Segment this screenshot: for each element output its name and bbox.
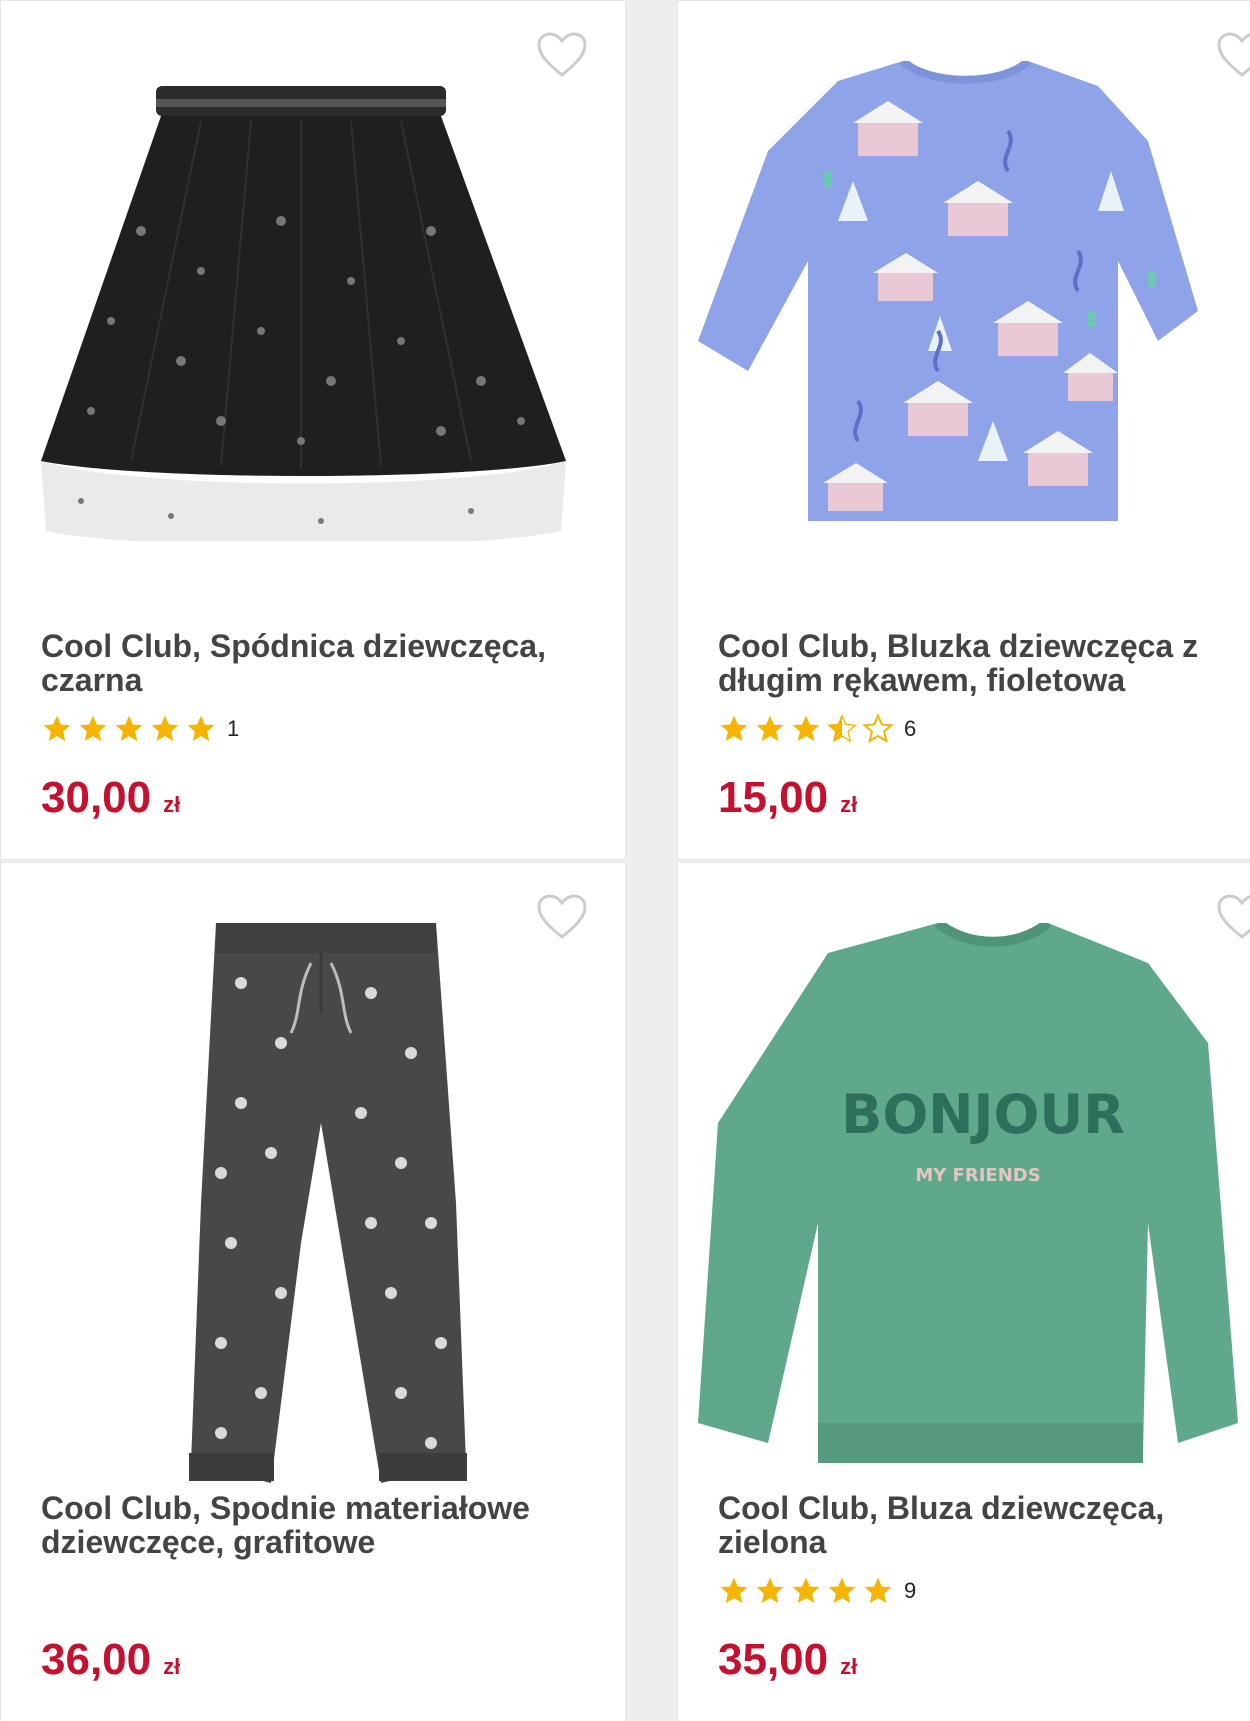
- product-title[interactable]: Cool Club, Bluza dziewczęca, zielona: [718, 1491, 1238, 1559]
- sweatshirt-print-sub: MY FRIENDS: [915, 1165, 1040, 1186]
- product-title[interactable]: Cool Club, Spódnica dziewczęca, czarna: [41, 629, 561, 697]
- product-image[interactable]: [678, 61, 1250, 581]
- product-price: 30,00 zł: [41, 773, 180, 823]
- product-rating: 1: [41, 713, 239, 745]
- product-card[interactable]: Cool Club, Spodnie materiałowe dziewczęc…: [0, 862, 626, 1721]
- star-filled-icon: [828, 1577, 856, 1603]
- star-filled-icon: [115, 715, 143, 741]
- price-currency: zł: [163, 792, 181, 817]
- price-value: 36,00: [41, 1635, 152, 1684]
- product-price: 15,00 zł: [718, 773, 857, 823]
- star-filled-icon: [792, 1577, 820, 1603]
- price-currency: zł: [840, 1654, 858, 1679]
- star-filled-icon: [720, 1577, 748, 1603]
- star-filled-icon: [79, 715, 107, 741]
- star-filled-icon: [792, 715, 820, 741]
- product-card[interactable]: Cool Club, Spódnica dziewczęca, czarna 1…: [0, 0, 626, 860]
- product-rating: 9: [718, 1575, 916, 1607]
- star-filled-icon: [756, 715, 784, 741]
- price-value: 30,00: [41, 773, 152, 822]
- product-card[interactable]: Cool Club, Bluzka dziewczęca z długim rę…: [677, 0, 1250, 860]
- star-filled-icon: [43, 715, 71, 741]
- product-image[interactable]: [1, 61, 625, 581]
- price-currency: zł: [840, 792, 858, 817]
- star-half-icon: [827, 714, 857, 743]
- product-title[interactable]: Cool Club, Bluzka dziewczęca z długim rę…: [718, 629, 1238, 697]
- product-price: 35,00 zł: [718, 1635, 857, 1685]
- star-filled-icon: [756, 1577, 784, 1603]
- star-filled-icon: [187, 715, 215, 741]
- rating-count: 9: [904, 1578, 917, 1603]
- product-image[interactable]: [1, 923, 625, 1483]
- product-image[interactable]: BONJOUR MY FRIENDS: [678, 923, 1250, 1463]
- star-filled-icon: [720, 715, 748, 741]
- price-currency: zł: [163, 1654, 181, 1679]
- star-filled-icon: [864, 1577, 892, 1603]
- star-empty-icon: [862, 713, 894, 744]
- product-grid: Cool Club, Spódnica dziewczęca, czarna 1…: [0, 0, 1250, 1721]
- price-value: 15,00: [718, 773, 829, 822]
- product-price: 36,00 zł: [41, 1635, 180, 1685]
- product-rating: 6: [718, 713, 916, 745]
- product-card[interactable]: BONJOUR MY FRIENDS Cool Club, Bluza dzie…: [677, 862, 1250, 1721]
- rating-count: 1: [227, 716, 240, 741]
- sweatshirt-print-main: BONJOUR: [841, 1083, 1125, 1146]
- rating-count: 6: [904, 716, 917, 741]
- product-title[interactable]: Cool Club, Spodnie materiałowe dziewczęc…: [41, 1491, 561, 1559]
- price-value: 35,00: [718, 1635, 829, 1684]
- star-filled-icon: [151, 715, 179, 741]
